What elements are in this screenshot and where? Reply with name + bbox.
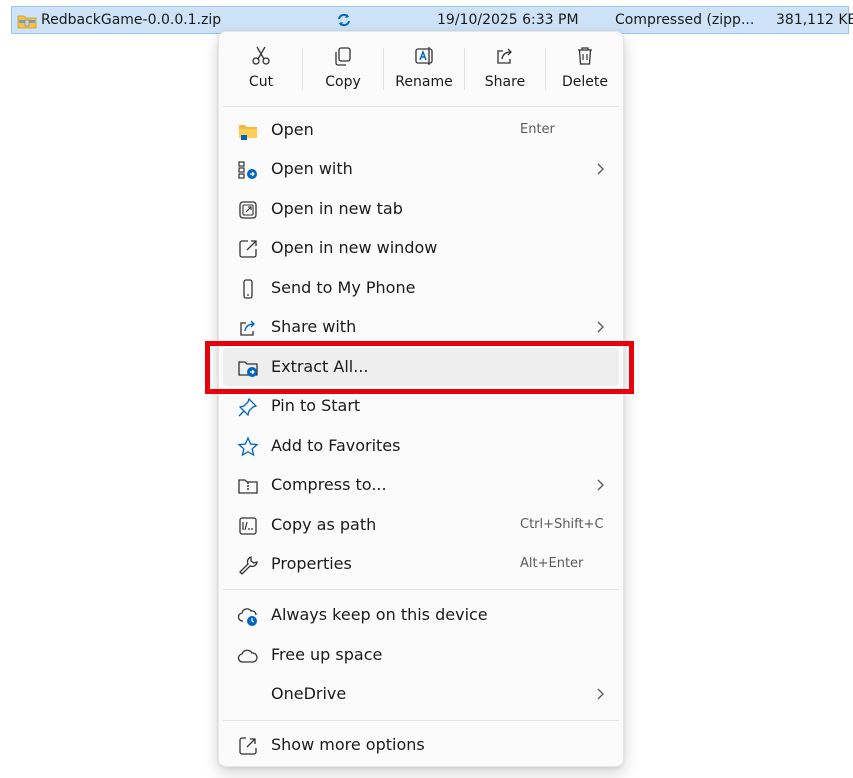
menu-item-label: Open in new window <box>271 238 438 257</box>
copy-icon <box>335 47 351 66</box>
share-label: Share <box>484 74 526 90</box>
divider <box>545 48 546 90</box>
zip-folder-icon <box>17 15 37 29</box>
menu-item-add-to-favorites[interactable]: Add to Favorites <box>223 427 619 465</box>
cut-label: Cut <box>248 74 274 90</box>
extract-folder-icon <box>238 361 258 377</box>
rename-label: Rename <box>395 74 453 90</box>
new-window-icon <box>239 240 257 258</box>
open-with-icon <box>238 161 257 179</box>
chevron-right-icon <box>597 479 604 491</box>
menu-item-label: OneDrive <box>271 684 347 703</box>
chevron-right-icon <box>597 688 604 700</box>
chevron-right-icon <box>597 163 604 175</box>
trash-icon <box>578 47 592 65</box>
menu-item-label: Share with <box>271 317 357 336</box>
shortcut-text: Alt+Enter <box>520 556 584 571</box>
context-menu: Cut Copy Rename Share Delete Open Enter … <box>218 31 624 767</box>
copy-path-icon <box>239 517 257 535</box>
menu-item-send-to-phone[interactable]: Send to My Phone <box>223 269 619 307</box>
menu-divider <box>223 589 619 590</box>
cloud-sync-icon <box>237 608 257 626</box>
cloud-icon <box>237 649 258 663</box>
file-size: 381,112 KB <box>776 12 853 28</box>
more-options-icon <box>239 737 257 755</box>
menu-item-properties[interactable]: Properties Alt+Enter <box>223 545 619 583</box>
phone-icon <box>243 279 253 299</box>
file-date-modified: 19/10/2025 6:33 PM <box>437 12 579 28</box>
sync-status-icon <box>338 13 350 27</box>
menu-item-label: Compress to... <box>271 475 387 494</box>
menu-item-show-more-options[interactable]: Show more options <box>223 726 619 764</box>
menu-item-label: Copy as path <box>271 515 377 534</box>
menu-item-compress-to[interactable]: Compress to... <box>223 466 619 504</box>
divider <box>464 48 465 90</box>
divider <box>383 48 384 90</box>
rename-icon <box>415 47 433 65</box>
menu-item-pin-to-start[interactable]: Pin to Start <box>223 387 619 425</box>
shortcut-text: Ctrl+Shift+C <box>520 517 604 532</box>
menu-item-free-up-space[interactable]: Free up space <box>223 636 619 674</box>
copy-button[interactable]: Copy <box>305 40 381 98</box>
menu-item-share-with[interactable]: Share with <box>223 308 619 346</box>
menu-item-label: Open with <box>271 159 353 178</box>
folder-icon <box>239 125 257 140</box>
share-icon <box>497 48 512 64</box>
menu-item-label: Open <box>271 120 314 139</box>
delete-button[interactable]: Delete <box>547 40 623 98</box>
chevron-right-icon <box>597 321 604 333</box>
menu-item-label: Add to Favorites <box>271 436 401 455</box>
menu-item-label: Always keep on this device <box>271 605 488 624</box>
menu-item-label: Show more options <box>271 735 425 754</box>
copy-label: Copy <box>325 74 361 90</box>
rename-button[interactable]: Rename <box>386 40 462 98</box>
menu-item-open-new-tab[interactable]: Open in new tab <box>223 190 619 228</box>
menu-item-open[interactable]: Open Enter <box>223 111 619 149</box>
menu-item-label: Send to My Phone <box>271 278 416 297</box>
quick-action-bar: Cut Copy Rename Share Delete <box>223 40 619 98</box>
scissors-icon <box>252 46 270 65</box>
menu-item-label: Extract All... <box>271 357 369 376</box>
cut-button[interactable]: Cut <box>223 40 299 98</box>
file-type: Compressed (zipp... <box>615 12 755 28</box>
delete-label: Delete <box>562 74 608 90</box>
compress-icon <box>238 479 258 494</box>
menu-item-always-keep[interactable]: Always keep on this device <box>223 596 619 634</box>
selected-file-row[interactable]: RedbackGame-0.0.0.1.zip 19/10/2025 6:33 … <box>11 6 853 34</box>
file-name: RedbackGame-0.0.0.1.zip <box>41 12 222 28</box>
new-tab-icon <box>239 201 257 219</box>
share-with-icon <box>240 320 255 336</box>
divider <box>302 48 303 90</box>
menu-item-onedrive[interactable]: OneDrive <box>223 675 619 713</box>
menu-item-label: Open in new tab <box>271 199 403 218</box>
menu-divider <box>223 106 619 107</box>
menu-item-label: Free up space <box>271 645 383 664</box>
menu-item-extract-all[interactable]: Extract All... <box>223 348 619 386</box>
star-icon <box>237 436 259 457</box>
shortcut-text: Enter <box>520 122 555 137</box>
wrench-icon <box>239 556 258 575</box>
menu-divider <box>223 720 619 721</box>
pin-icon <box>238 397 258 417</box>
menu-item-open-new-window[interactable]: Open in new window <box>223 229 619 267</box>
share-button[interactable]: Share <box>467 40 543 98</box>
menu-item-copy-as-path[interactable]: Copy as path Ctrl+Shift+C <box>223 506 619 544</box>
menu-item-label: Properties <box>271 554 352 573</box>
menu-item-open-with[interactable]: Open with <box>223 150 619 188</box>
menu-item-label: Pin to Start <box>271 396 361 415</box>
